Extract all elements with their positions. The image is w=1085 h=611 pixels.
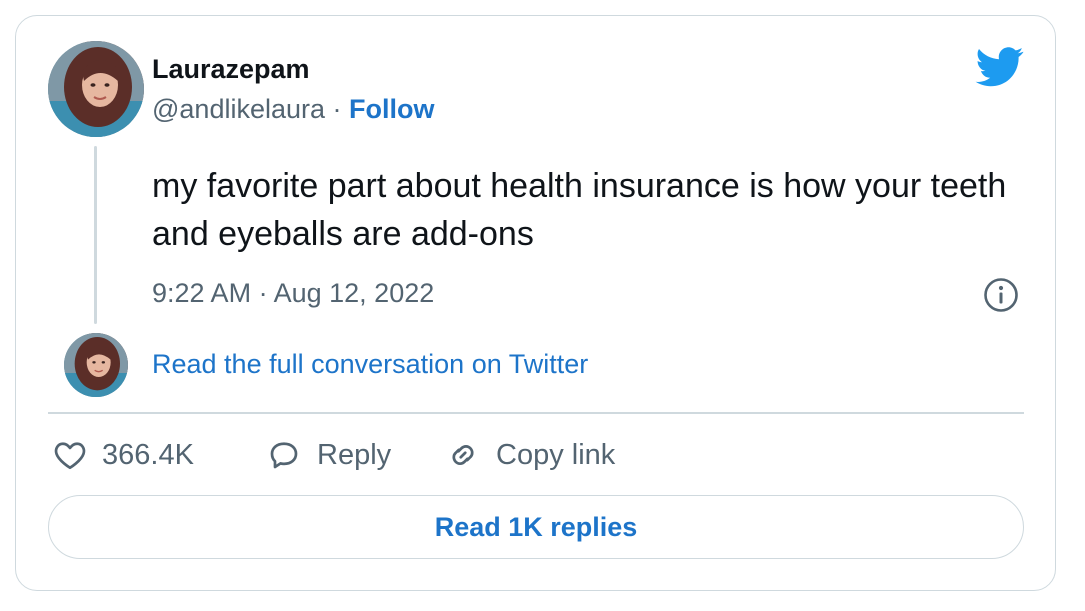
- like-button[interactable]: 366.4K: [52, 437, 194, 473]
- link-icon: [452, 444, 474, 466]
- read-replies-label: Read 1K replies: [434, 511, 638, 542]
- divider: [48, 412, 1024, 414]
- author-handle-line: @andlikelaura · Follow: [152, 94, 435, 125]
- tweet-timestamp[interactable]: 9:22 AM · Aug 12, 2022: [152, 278, 434, 309]
- heart-icon: [54, 442, 86, 470]
- twitter-bird-icon[interactable]: [975, 47, 1025, 87]
- copy-link-button[interactable]: Copy link: [444, 437, 615, 473]
- tweet-text: my favorite part about health insurance …: [152, 167, 1007, 253]
- reply-label: Reply: [317, 438, 392, 471]
- avatar-image-small: [64, 333, 128, 397]
- tweet-date: Aug 12, 2022: [273, 278, 435, 308]
- reply-button[interactable]: Reply: [265, 437, 391, 473]
- thread-connector-line: [94, 146, 97, 324]
- author-name[interactable]: Laurazepam: [152, 54, 310, 85]
- author-avatar[interactable]: [48, 41, 144, 137]
- handle-separator: ·: [332, 94, 342, 124]
- author-handle[interactable]: @andlikelaura: [152, 94, 325, 124]
- read-conversation-link[interactable]: Read the full conversation on Twitter: [152, 349, 588, 380]
- timestamp-separator: ·: [258, 278, 268, 308]
- info-icon[interactable]: [983, 277, 1019, 313]
- copy-link-label: Copy link: [496, 438, 616, 471]
- tweet-time: 9:22 AM: [152, 278, 252, 308]
- conversation-avatar[interactable]: [64, 333, 128, 397]
- avatar-image: [48, 41, 144, 137]
- follow-button[interactable]: Follow: [349, 94, 434, 124]
- read-replies-button[interactable]: Read 1K replies: [48, 495, 1024, 559]
- speech-bubble-icon: [270, 442, 298, 469]
- likes-count: 366.4K: [102, 438, 194, 471]
